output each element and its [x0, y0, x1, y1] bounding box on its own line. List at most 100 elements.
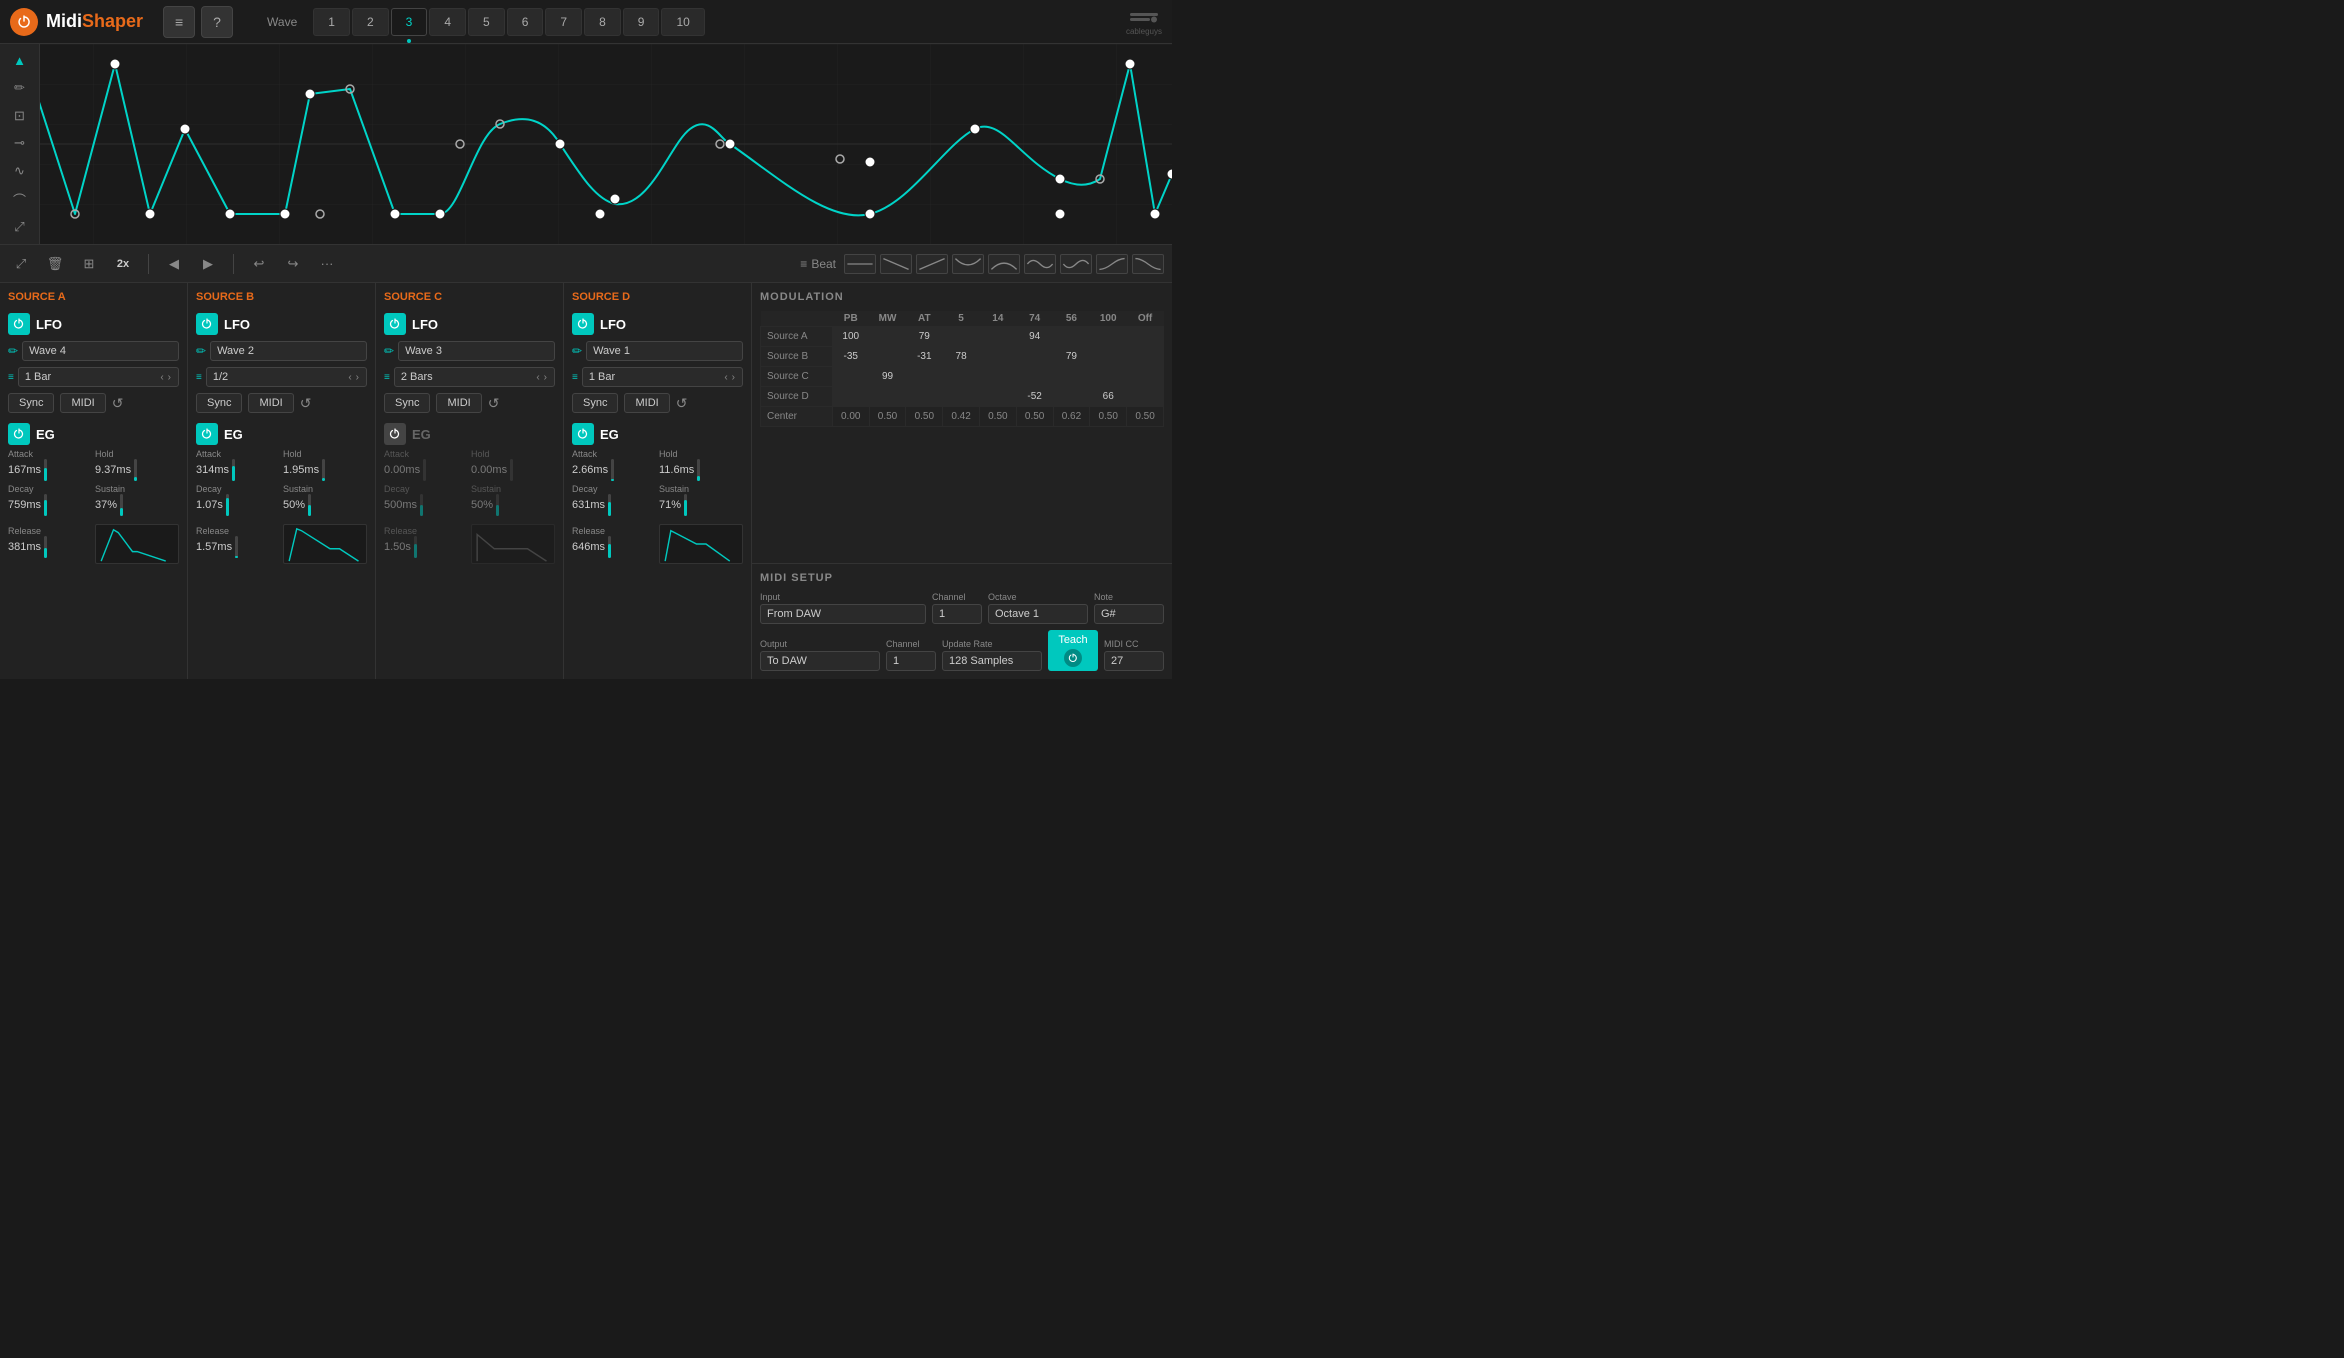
wave-tab-1[interactable]: 1 — [313, 8, 350, 36]
midi-input-channel-value[interactable]: 1 — [932, 604, 982, 624]
source-c-bar-value[interactable]: 2 Bars ‹ › — [394, 367, 555, 387]
mod-center-4[interactable]: 0.50 — [979, 407, 1016, 427]
midi-note-value[interactable]: G# — [1094, 604, 1164, 624]
wave-tab-5[interactable]: 5 — [468, 8, 505, 36]
shape-flat[interactable] — [844, 254, 876, 274]
mod-c-at[interactable] — [906, 367, 943, 387]
source-b-eg-power[interactable] — [196, 423, 218, 445]
copy-button[interactable]: ⊞ — [76, 251, 102, 277]
wave-tab-3[interactable]: 3 — [391, 8, 428, 36]
mod-center-6[interactable]: 0.62 — [1053, 407, 1090, 427]
wave-tab-2[interactable]: 2 — [352, 8, 389, 36]
shape-valley[interactable] — [952, 254, 984, 274]
source-d-midi-btn[interactable]: MIDI — [624, 393, 669, 413]
next-button[interactable]: ▶ — [195, 251, 221, 277]
undo-button[interactable]: ↩ — [246, 251, 272, 277]
mod-b-14[interactable] — [979, 347, 1016, 367]
mod-c-100[interactable] — [1090, 367, 1127, 387]
source-b-decay-slider[interactable] — [226, 494, 229, 516]
mod-d-5[interactable] — [943, 387, 980, 407]
mod-b-74[interactable] — [1016, 347, 1053, 367]
source-d-pencil-icon[interactable]: ✏ — [572, 344, 582, 358]
multiplier-button[interactable]: 2x — [110, 251, 136, 277]
source-b-bar-next[interactable]: › — [355, 372, 360, 383]
mod-d-14[interactable] — [979, 387, 1016, 407]
mod-c-14[interactable] — [979, 367, 1016, 387]
source-d-attack-slider[interactable] — [611, 459, 614, 481]
mod-d-off[interactable] — [1127, 387, 1164, 407]
source-d-wave-name[interactable]: Wave 1 — [586, 341, 743, 361]
mod-a-5[interactable] — [943, 327, 980, 347]
source-c-lfo-power[interactable] — [384, 313, 406, 335]
source-c-loop-btn[interactable]: ↺ — [488, 395, 500, 412]
mod-c-74[interactable] — [1016, 367, 1053, 387]
mod-d-pb[interactable] — [832, 387, 869, 407]
mod-b-5[interactable]: 78 — [943, 347, 980, 367]
more-button[interactable]: ··· — [314, 251, 340, 277]
source-d-hold-slider[interactable] — [697, 459, 700, 481]
mod-a-pb[interactable]: 100 — [832, 327, 869, 347]
shape-s-curve[interactable] — [1096, 254, 1128, 274]
source-a-eg-power[interactable] — [8, 423, 30, 445]
source-d-sync-btn[interactable]: Sync — [572, 393, 618, 413]
mod-d-100[interactable]: 66 — [1090, 387, 1127, 407]
shape-s-curve2[interactable] — [1132, 254, 1164, 274]
mod-a-at[interactable]: 79 — [906, 327, 943, 347]
source-b-loop-btn[interactable]: ↺ — [300, 395, 312, 412]
mod-center-1[interactable]: 0.50 — [869, 407, 906, 427]
source-b-attack-slider[interactable] — [232, 459, 235, 481]
select-tool[interactable]: ▲ — [7, 52, 33, 70]
source-a-decay-slider[interactable] — [44, 494, 47, 516]
mod-a-100[interactable] — [1090, 327, 1127, 347]
source-a-lfo-power[interactable] — [8, 313, 30, 335]
source-b-wave-name[interactable]: Wave 2 — [210, 341, 367, 361]
source-c-midi-btn[interactable]: MIDI — [436, 393, 481, 413]
mod-b-off[interactable] — [1127, 347, 1164, 367]
source-b-lfo-power[interactable] — [196, 313, 218, 335]
source-a-bar-value[interactable]: 1 Bar ‹ › — [18, 367, 179, 387]
source-c-release-slider[interactable] — [414, 536, 417, 558]
prev-button[interactable]: ◀ — [161, 251, 187, 277]
source-d-bar-value[interactable]: 1 Bar ‹ › — [582, 367, 743, 387]
node-tool[interactable]: ⊸ — [7, 135, 33, 153]
help-button[interactable]: ? — [201, 6, 233, 38]
midi-update-rate-value[interactable]: 128 Samples — [942, 651, 1042, 671]
waveform-svg[interactable] — [0, 44, 1172, 244]
source-c-sustain-slider[interactable] — [496, 494, 499, 516]
source-c-wave-name[interactable]: Wave 3 — [398, 341, 555, 361]
source-a-bar-prev[interactable]: ‹ — [159, 372, 164, 383]
mod-d-74[interactable]: -52 — [1016, 387, 1053, 407]
source-b-sync-btn[interactable]: Sync — [196, 393, 242, 413]
midi-input-value[interactable]: From DAW — [760, 604, 926, 624]
waveform-area[interactable]: ▲ ✏ ⊡ ⊸ ∿ ⌒ ⤢ — [0, 44, 1172, 245]
mod-center-3[interactable]: 0.42 — [943, 407, 980, 427]
mod-center-0[interactable]: 0.00 — [832, 407, 869, 427]
source-b-hold-slider[interactable] — [322, 459, 325, 481]
source-a-release-slider[interactable] — [44, 536, 47, 558]
source-c-attack-slider[interactable] — [423, 459, 426, 481]
source-d-decay-slider[interactable] — [608, 494, 611, 516]
source-d-bar-next[interactable]: › — [731, 372, 736, 383]
mod-center-8[interactable]: 0.50 — [1127, 407, 1164, 427]
source-d-release-slider[interactable] — [608, 536, 611, 558]
mod-center-2[interactable]: 0.50 — [906, 407, 943, 427]
mod-a-56[interactable] — [1053, 327, 1090, 347]
source-d-bar-prev[interactable]: ‹ — [723, 372, 728, 383]
delete-button[interactable]: 🗑 — [42, 251, 68, 277]
curve-tool[interactable]: ∿ — [7, 162, 33, 180]
source-a-loop-btn[interactable]: ↺ — [112, 395, 124, 412]
zoom-tool[interactable]: ⤢ — [7, 219, 33, 237]
shape-sine2[interactable] — [1060, 254, 1092, 274]
source-a-hold-slider[interactable] — [134, 459, 137, 481]
source-c-decay-slider[interactable] — [420, 494, 423, 516]
source-d-lfo-power[interactable] — [572, 313, 594, 335]
mod-c-56[interactable] — [1053, 367, 1090, 387]
source-c-sync-btn[interactable]: Sync — [384, 393, 430, 413]
wave-tab-4[interactable]: 4 — [429, 8, 466, 36]
source-b-bar-value[interactable]: 1/2 ‹ › — [206, 367, 367, 387]
source-d-sustain-slider[interactable] — [684, 494, 687, 516]
pen-tool[interactable]: ✏ — [7, 80, 33, 98]
wave-tab-7[interactable]: 7 — [545, 8, 582, 36]
source-b-bar-prev[interactable]: ‹ — [347, 372, 352, 383]
shape-ramp-down[interactable] — [880, 254, 912, 274]
